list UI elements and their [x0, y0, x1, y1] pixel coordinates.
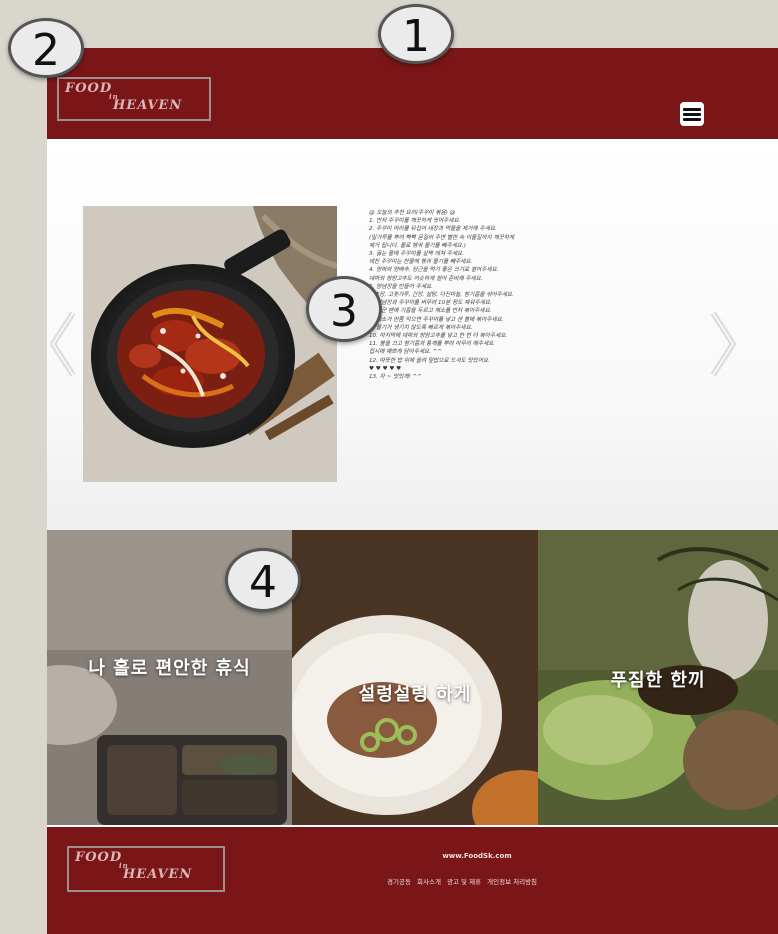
logo-line-2: HEAVEN [113, 98, 183, 113]
recipe-line: 데친 주꾸미는 찬물에 헹궈 물기를 빼주세요. [369, 259, 473, 266]
chevron-left-icon [50, 311, 76, 377]
banner-hearty-meal[interactable]: 푸짐한 한끼 [538, 530, 778, 825]
menu-bar [683, 113, 701, 116]
recipe-line: 4. 양파와 양배추, 당근을 먹기 좋은 크기로 썰어주세요. [369, 267, 499, 274]
seolleongtang-photo [292, 530, 538, 825]
slider-next-button[interactable] [709, 309, 739, 379]
recipe-line: 12. 따뜻한 밥 위에 올려 덮밥으로 드셔도 맛있어요. [369, 357, 490, 364]
marker-4: 4 [225, 548, 301, 612]
banner-caption: 나 홀로 편안한 휴식 [88, 658, 251, 679]
logo-line-1: FOOD [65, 81, 113, 96]
banner-caption: 설렁설렁 하게 [358, 684, 472, 705]
recipe-line: 8. 채소가 반쯤 익으면 주꾸미를 넣고 센 불에 볶아주세요. [369, 316, 504, 323]
recipe-line: @ 오늘의 추천 요리(주꾸미 볶음) @ [369, 210, 456, 216]
recipe-line: 9. 물기가 생기지 않도록 빠르게 볶아주세요. [369, 324, 473, 331]
recipe-line: 제거 됩니다. 물로 헹궈 물기를 빼주세요.) [369, 242, 466, 249]
recipe-line: 고추장, 고춧가루, 간장, 설탕, 다진마늘, 참기름을 섞어주세요. [369, 292, 514, 299]
menu-bar [683, 118, 701, 121]
recipe-line: 11. 불을 끄고 참기름과 통깨를 뿌려 마무리 해주세요. [369, 341, 496, 348]
recipe-line: ♥ ♥ ♥ ♥ ♥ [369, 365, 402, 372]
page-frame: FOOD in HEAVEN @ 오늘의 추천 요리(주꾸미 볶음) @ 1. … [47, 48, 778, 934]
marker-3: 3 [306, 276, 382, 342]
footer-link[interactable]: 회사소개 [417, 878, 441, 886]
category-banners: 나 홀로 편안한 휴식 설렁설렁 하게 푸짐한 한끼 [47, 530, 778, 825]
site-footer: FOOD in HEAVEN www.FoodSk.com 경기공동 회사소개 … [47, 827, 778, 934]
site-logo[interactable]: FOOD in HEAVEN [57, 77, 211, 121]
banner-caption: 푸짐한 한끼 [610, 670, 706, 691]
recipe-image [83, 206, 337, 482]
recipe-line: 3. 끓는 물에 주꾸미를 살짝 데쳐 주세요. [369, 251, 464, 258]
recipe-text: @ 오늘의 추천 요리(주꾸미 볶음) @ 1. 먼저 주꾸미를 깨끗하게 씻어… [369, 209, 709, 381]
footer-logo[interactable]: FOOD in HEAVEN [67, 846, 225, 892]
logo-line-2: HEAVEN [123, 867, 193, 882]
slider-prev-button[interactable] [47, 309, 77, 379]
banner-seolleong[interactable]: 설렁설렁 하게 [292, 530, 538, 825]
recipe-line: 대파와 청양고추도 어슷하게 썰어 준비해 주세요. [369, 275, 483, 282]
recipe-slider: @ 오늘의 추천 요리(주꾸미 볶음) @ 1. 먼저 주꾸미를 깨끗하게 씻어… [47, 139, 778, 530]
footer-link[interactable]: 경기공동 [387, 878, 411, 886]
footer-url[interactable]: www.FoodSk.com [377, 852, 577, 860]
recipe-line: 1. 먼저 주꾸미를 깨끗하게 씻어주세요. [369, 218, 461, 225]
recipe-line: 5. 양념장을 만들어 주세요. [369, 283, 433, 290]
recipe-line: 10. 마지막에 대파와 청양고추를 넣고 한 번 더 볶아주세요. [369, 333, 508, 340]
octopus-dish-illustration [83, 206, 337, 482]
logo-line-1: FOOD [75, 850, 123, 865]
recipe-line: 7. 달군 팬에 기름을 두르고 채소를 먼저 볶아주세요. [369, 308, 492, 315]
recipe-line: 6. 양념장과 주꾸미를 버무려 10분 정도 재워주세요. [369, 300, 492, 307]
chevron-right-icon [710, 311, 736, 377]
recipe-line: (밀가루를 뿌려 빡빡 문질러 주면 빨판 속 이물질까지 깨끗하게 [369, 234, 515, 241]
footer-links: 경기공동 회사소개 광고 및 제휴 개인정보 처리방침 [387, 876, 587, 886]
marker-2: 2 [8, 18, 84, 78]
recipe-line: 2. 주꾸미 머리를 뒤집어 내장과 먹물을 제거해 주세요. [369, 226, 497, 233]
hamburger-menu-icon[interactable] [680, 102, 704, 126]
menu-bar [683, 108, 701, 111]
recipe-line: 접시에 예쁘게 담아주세요. ^^ [369, 349, 443, 356]
footer-link[interactable]: 개인정보 처리방침 [487, 878, 537, 886]
marker-1: 1 [378, 4, 454, 64]
footer-link[interactable]: 광고 및 제휴 [447, 878, 481, 886]
recipe-line: 13. 자 ~ 맛있게! ^^ [369, 374, 422, 381]
